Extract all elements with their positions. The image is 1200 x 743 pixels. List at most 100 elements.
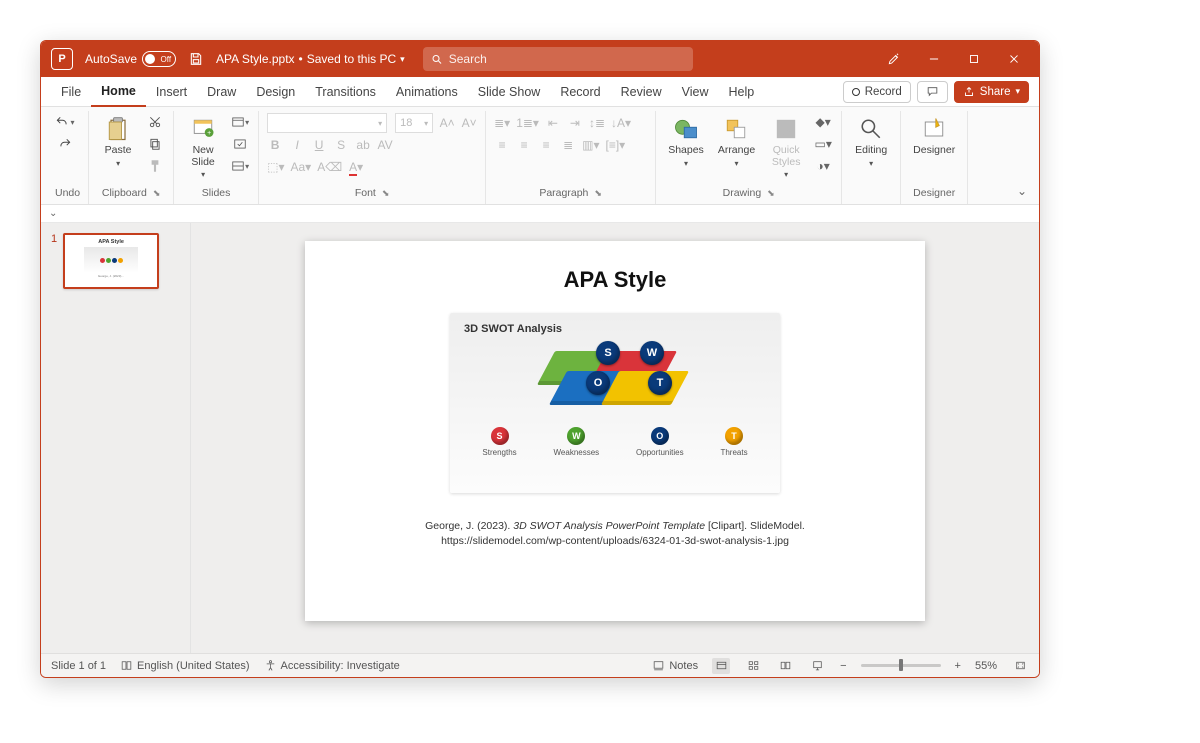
- tab-transitions[interactable]: Transitions: [305, 77, 386, 107]
- tab-insert[interactable]: Insert: [146, 77, 197, 107]
- tab-animations[interactable]: Animations: [386, 77, 468, 107]
- shapes-button[interactable]: Shapes▾: [664, 113, 708, 170]
- highlight-button[interactable]: ⬚▾: [267, 160, 284, 174]
- dialog-launcher-icon[interactable]: ⬊: [153, 188, 161, 199]
- align-center-button[interactable]: ≡: [516, 138, 532, 152]
- document-title[interactable]: APA Style.pptx • Saved to this PC ▾: [216, 52, 405, 66]
- tab-help[interactable]: Help: [718, 77, 764, 107]
- close-button[interactable]: [1001, 46, 1027, 72]
- slide[interactable]: APA Style 3D SWOT Analysis S W O T SStre…: [305, 241, 925, 621]
- underline-button[interactable]: U: [311, 138, 327, 152]
- pen-icon[interactable]: [881, 46, 907, 72]
- quick-styles-button[interactable]: A Quick Styles▾: [765, 113, 807, 181]
- citation: George, J. (2023). 3D SWOT Analysis Powe…: [425, 519, 805, 549]
- record-button[interactable]: Record: [843, 81, 911, 103]
- tab-record[interactable]: Record: [550, 77, 610, 107]
- numbering-button[interactable]: 1≣▾: [516, 116, 539, 130]
- share-button[interactable]: Share ▾: [954, 81, 1029, 103]
- editing-button[interactable]: Editing▾: [850, 113, 892, 170]
- zoom-slider[interactable]: [861, 664, 941, 667]
- bold-button[interactable]: B: [267, 138, 283, 152]
- paste-button[interactable]: Paste ▾: [97, 113, 139, 170]
- strike-button[interactable]: S: [333, 138, 349, 152]
- zoom-value[interactable]: 55%: [975, 660, 997, 672]
- slide-counter[interactable]: Slide 1 of 1: [51, 660, 106, 672]
- bullets-button[interactable]: ≣▾: [494, 116, 510, 130]
- tab-home[interactable]: Home: [91, 77, 146, 107]
- shape-fill-button[interactable]: ◆▾: [813, 113, 833, 131]
- chevron-down-icon: ▾: [684, 159, 688, 168]
- normal-view-button[interactable]: [712, 658, 730, 674]
- designer-button[interactable]: Designer: [909, 113, 959, 159]
- columns-button[interactable]: ▥▾: [582, 138, 599, 152]
- shape-effects-button[interactable]: ◑▾: [813, 157, 833, 175]
- slideshow-view-button[interactable]: [808, 658, 826, 674]
- tab-draw[interactable]: Draw: [197, 77, 246, 107]
- tab-view[interactable]: View: [672, 77, 719, 107]
- align-right-button[interactable]: ≡: [538, 138, 554, 152]
- tab-file[interactable]: File: [51, 77, 91, 107]
- font-family-combo[interactable]: ▾: [267, 113, 387, 133]
- indent-dec-button[interactable]: ⇤: [545, 116, 561, 130]
- comments-button[interactable]: [917, 81, 948, 103]
- justify-button[interactable]: ≣: [560, 138, 576, 152]
- group-editing: Editing▾: [842, 111, 901, 204]
- sorter-view-button[interactable]: [744, 658, 762, 674]
- layout-button[interactable]: ▾: [230, 113, 250, 131]
- reset-button[interactable]: [230, 135, 250, 153]
- search-box[interactable]: [423, 47, 693, 71]
- text-direction-button[interactable]: ↓A▾: [611, 116, 631, 130]
- decrease-font-button[interactable]: A˅: [461, 116, 477, 130]
- font-size-combo[interactable]: 18▾: [395, 113, 433, 133]
- dialog-launcher-icon[interactable]: ⬊: [382, 188, 390, 199]
- spacing-button[interactable]: AV: [377, 138, 393, 152]
- tab-design[interactable]: Design: [246, 77, 305, 107]
- zoom-in-button[interactable]: +: [955, 660, 961, 672]
- thumbnail-pane[interactable]: 1 APA Style George, J. (2023)…: [41, 223, 191, 653]
- save-icon[interactable]: [188, 51, 204, 67]
- fit-to-window-button[interactable]: [1011, 658, 1029, 674]
- minimize-button[interactable]: [921, 46, 947, 72]
- tab-review[interactable]: Review: [611, 77, 672, 107]
- filename: APA Style.pptx: [216, 52, 295, 66]
- autosave-toggle[interactable]: AutoSave Off: [85, 51, 176, 67]
- chevron-down-icon: ▾: [116, 159, 120, 168]
- shadow-button[interactable]: ab: [355, 138, 371, 152]
- redo-button[interactable]: [55, 135, 75, 153]
- customize-qat-icon[interactable]: ⌄: [49, 208, 57, 219]
- dialog-launcher-icon[interactable]: ⬊: [594, 188, 602, 199]
- collapse-ribbon-icon[interactable]: ⌄: [1017, 184, 1027, 198]
- tab-slideshow[interactable]: Slide Show: [468, 77, 551, 107]
- shape-outline-button[interactable]: ▭▾: [813, 135, 833, 153]
- cut-button[interactable]: [145, 113, 165, 131]
- indent-inc-button[interactable]: ⇥: [567, 116, 583, 130]
- slide-canvas-area[interactable]: APA Style 3D SWOT Analysis S W O T SStre…: [191, 223, 1039, 653]
- slide-thumbnail-1[interactable]: APA Style George, J. (2023)…: [63, 233, 159, 289]
- copy-button[interactable]: [145, 135, 165, 153]
- new-slide-button[interactable]: + New Slide ▾: [182, 113, 224, 181]
- toggle-switch-icon[interactable]: Off: [142, 51, 176, 67]
- language-status[interactable]: English (United States): [120, 659, 250, 672]
- align-text-button[interactable]: [≡]▾: [605, 138, 625, 152]
- case-button[interactable]: Aa▾: [290, 160, 311, 174]
- ball-o: O: [586, 371, 610, 395]
- font-color-button[interactable]: A▾: [348, 160, 364, 174]
- zoom-out-button[interactable]: −: [840, 660, 846, 672]
- arrange-button[interactable]: Arrange▾: [714, 113, 759, 170]
- format-painter-button[interactable]: [145, 157, 165, 175]
- maximize-button[interactable]: [961, 46, 987, 72]
- line-spacing-button[interactable]: ↕≣: [589, 116, 605, 130]
- book-icon: [120, 659, 133, 672]
- reading-view-button[interactable]: [776, 658, 794, 674]
- align-left-button[interactable]: ≡: [494, 138, 510, 152]
- increase-font-button[interactable]: A˄: [439, 116, 455, 130]
- notes-button[interactable]: Notes: [652, 659, 698, 672]
- smartart-button[interactable]: �⷇▾: [631, 138, 647, 152]
- dialog-launcher-icon[interactable]: ⬊: [767, 188, 775, 199]
- clear-format-button[interactable]: A⌫: [317, 160, 342, 174]
- undo-button[interactable]: ▾: [55, 113, 75, 131]
- search-input[interactable]: [449, 52, 685, 66]
- section-button[interactable]: ▾: [230, 157, 250, 175]
- accessibility-status[interactable]: Accessibility: Investigate: [264, 659, 400, 672]
- italic-button[interactable]: I: [289, 138, 305, 152]
